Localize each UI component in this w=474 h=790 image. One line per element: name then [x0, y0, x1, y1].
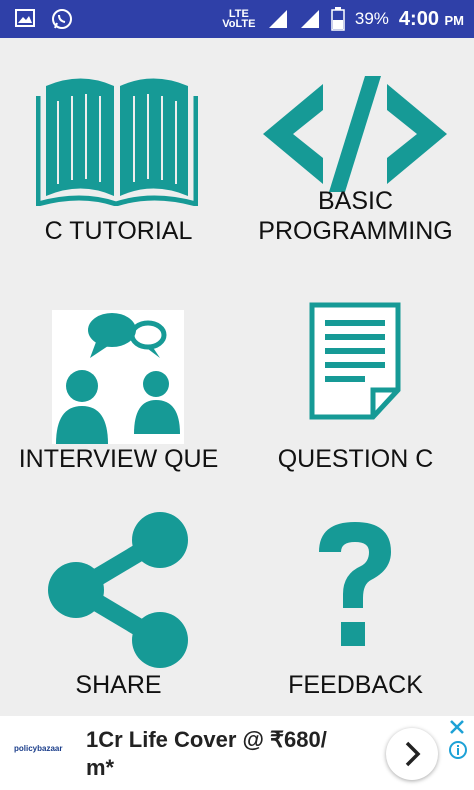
- ad-close-icon[interactable]: [448, 718, 466, 736]
- whatsapp-icon: [52, 9, 72, 29]
- ad-next-button[interactable]: [386, 728, 438, 780]
- share-icon: [48, 512, 188, 668]
- feedback-tile[interactable]: FEEDBACK: [237, 508, 474, 702]
- interview-que-tile[interactable]: INTERVIEW QUE: [0, 308, 237, 478]
- battery-percent: 39%: [354, 9, 389, 28]
- people-chat-icon: [52, 310, 184, 444]
- feedback-label: FEEDBACK: [288, 671, 423, 699]
- c-tutorial-tile[interactable]: C TUTORIAL: [0, 60, 237, 250]
- status-bar: LTE VoLTE 39% 4:00 PM: [0, 0, 474, 38]
- question-c-label: QUESTION C: [277, 445, 434, 473]
- book-icon: [36, 78, 198, 206]
- share-tile[interactable]: SHARE: [0, 508, 237, 702]
- ad-text[interactable]: 1Cr Life Cover @ ₹680/ m*: [86, 726, 346, 782]
- gallery-icon: [15, 9, 35, 27]
- question-c-tile[interactable]: QUESTION C: [237, 300, 474, 478]
- network-type: LTE VoLTE: [222, 8, 256, 30]
- ad-logo: policybazaar: [14, 744, 63, 753]
- signal-icon-1: [268, 10, 287, 28]
- interview-que-label: INTERVIEW QUE: [18, 445, 219, 473]
- signal-icon-2: [300, 10, 319, 28]
- basic-programming-label: BASIC PROGRAMMING: [258, 187, 453, 245]
- basic-programming-tile[interactable]: BASIC PROGRAMMING: [237, 60, 474, 250]
- question-mark-icon: [319, 522, 391, 646]
- chevron-right-icon: [405, 741, 421, 767]
- share-label: SHARE: [75, 671, 162, 699]
- c-tutorial-label: C TUTORIAL: [44, 217, 193, 245]
- battery-icon: [331, 7, 345, 31]
- ad-banner[interactable]: policybazaar 1Cr Life Cover @ ₹680/ m*: [0, 716, 474, 790]
- clock: 4:00 PM: [398, 7, 464, 30]
- code-icon: [263, 76, 447, 192]
- document-icon: [309, 302, 401, 420]
- ad-info-icon[interactable]: [448, 740, 468, 760]
